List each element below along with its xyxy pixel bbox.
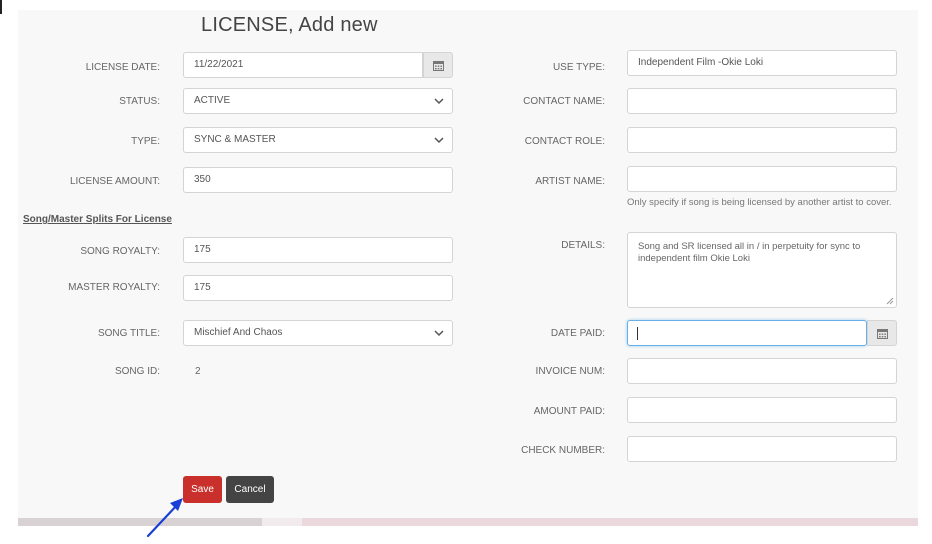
text-caret: [637, 327, 638, 340]
page-title: LICENSE, Add new: [201, 14, 378, 36]
artist-name-label: ARTIST NAME:: [535, 176, 605, 187]
song-royalty-value: 175: [194, 244, 211, 255]
type-select[interactable]: SYNC & MASTER: [183, 127, 453, 153]
status-selected-value: ACTIVE: [194, 95, 231, 106]
arrow-icon: [146, 498, 183, 538]
details-value: Song and SR licensed all in / in perpetu…: [638, 241, 861, 264]
type-label: TYPE:: [131, 136, 160, 147]
status-select[interactable]: ACTIVE: [183, 88, 453, 114]
use-type-input[interactable]: Independent Film -Okie Loki: [627, 50, 897, 76]
master-royalty-value: 175: [194, 282, 211, 293]
calendar-icon: [433, 61, 444, 71]
date-paid-input[interactable]: [627, 320, 867, 346]
details-label: DETAILS:: [561, 240, 605, 251]
amount-paid-input[interactable]: [627, 397, 897, 423]
license-date-input[interactable]: 11/22/2021: [183, 52, 423, 78]
license-date-calendar-button[interactable]: [423, 52, 453, 78]
artist-name-help-text: Only specify if song is being licensed b…: [627, 197, 892, 208]
use-type-label: USE TYPE:: [552, 62, 605, 73]
footer-stripe-right: [302, 518, 918, 526]
date-paid-calendar-button[interactable]: [867, 320, 897, 346]
license-amount-value: 350: [194, 174, 211, 185]
song-title-selected-value: Mischief And Chaos: [194, 327, 283, 338]
cancel-button[interactable]: Cancel: [226, 476, 274, 503]
song-title-select[interactable]: Mischief And Chaos: [183, 320, 453, 346]
song-royalty-label: SONG ROYALTY:: [80, 246, 160, 257]
contact-name-input[interactable]: [627, 88, 897, 114]
artist-name-input[interactable]: [627, 166, 897, 192]
license-date-value: 11/22/2021: [194, 59, 244, 70]
invoice-num-label: INVOICE NUM:: [535, 366, 605, 377]
amount-paid-label: AMOUNT PAID:: [533, 406, 605, 417]
check-number-label: CHECK NUMBER:: [521, 445, 605, 456]
chevron-down-icon: [434, 137, 444, 144]
contact-name-label: CONTACT NAME:: [523, 96, 605, 107]
chevron-down-icon: [434, 98, 444, 105]
song-id-label: SONG ID:: [114, 366, 160, 377]
contact-role-label: CONTACT ROLE:: [524, 136, 605, 147]
text-cursor-mark: [0, 0, 2, 14]
master-royalty-input[interactable]: 175: [183, 275, 453, 301]
type-selected-value: SYNC & MASTER: [194, 134, 276, 145]
song-title-label: SONG TITLE:: [97, 328, 160, 339]
master-royalty-label: MASTER ROYALTY:: [68, 282, 160, 293]
calendar-icon: [877, 329, 888, 339]
license-amount-label: LICENSE AMOUNT:: [69, 176, 160, 187]
resize-grip-icon[interactable]: [886, 297, 894, 305]
license-date-label: LICENSE DATE:: [85, 62, 160, 73]
use-type-value: Independent Film -Okie Loki: [638, 57, 764, 68]
check-number-input[interactable]: [627, 436, 897, 462]
license-form-panel: LICENSE, Add new LICENSE DATE: 11/22/202…: [18, 10, 918, 526]
splits-heading: Song/Master Splits For License: [23, 214, 172, 225]
status-label: STATUS:: [119, 96, 160, 107]
contact-role-input[interactable]: [627, 127, 897, 153]
invoice-num-input[interactable]: [627, 358, 897, 384]
top-strip: [0, 0, 932, 10]
chevron-down-icon: [434, 330, 444, 337]
details-textarea[interactable]: Song and SR licensed all in / in perpetu…: [627, 232, 897, 308]
song-royalty-input[interactable]: 175: [183, 237, 453, 263]
song-id-value: 2: [195, 366, 201, 377]
footer-stripe-mid: [262, 518, 302, 526]
license-amount-input[interactable]: 350: [183, 167, 453, 193]
date-paid-label: DATE PAID:: [550, 328, 605, 339]
